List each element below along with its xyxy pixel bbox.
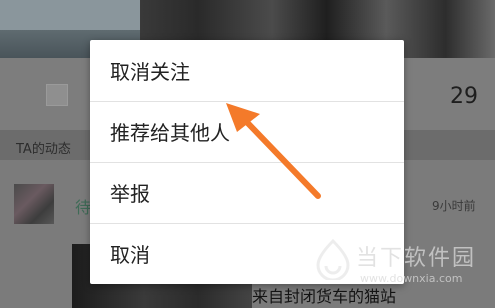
menu-item-recommend[interactable]: 推荐给其他人	[90, 101, 404, 162]
feed-author-name[interactable]: 待	[75, 194, 91, 218]
follow-count: 29	[450, 84, 478, 109]
cover-sky	[0, 0, 140, 30]
watermark-logo-icon	[316, 238, 350, 280]
feed-avatar[interactable]	[14, 184, 54, 224]
profile-avatar[interactable]	[46, 84, 68, 106]
menu-item-unfollow[interactable]: 取消关注	[90, 40, 404, 101]
watermark-url: www.downxia.com	[360, 272, 463, 285]
watermark-brand: 当下软件园	[356, 246, 477, 271]
feed-timestamp: 9小时前	[432, 199, 476, 213]
section-title: TA的动态	[16, 142, 71, 157]
feed-caption[interactable]: 来自封闭货车的猫站	[252, 283, 396, 307]
menu-item-report[interactable]: 举报	[90, 162, 404, 223]
